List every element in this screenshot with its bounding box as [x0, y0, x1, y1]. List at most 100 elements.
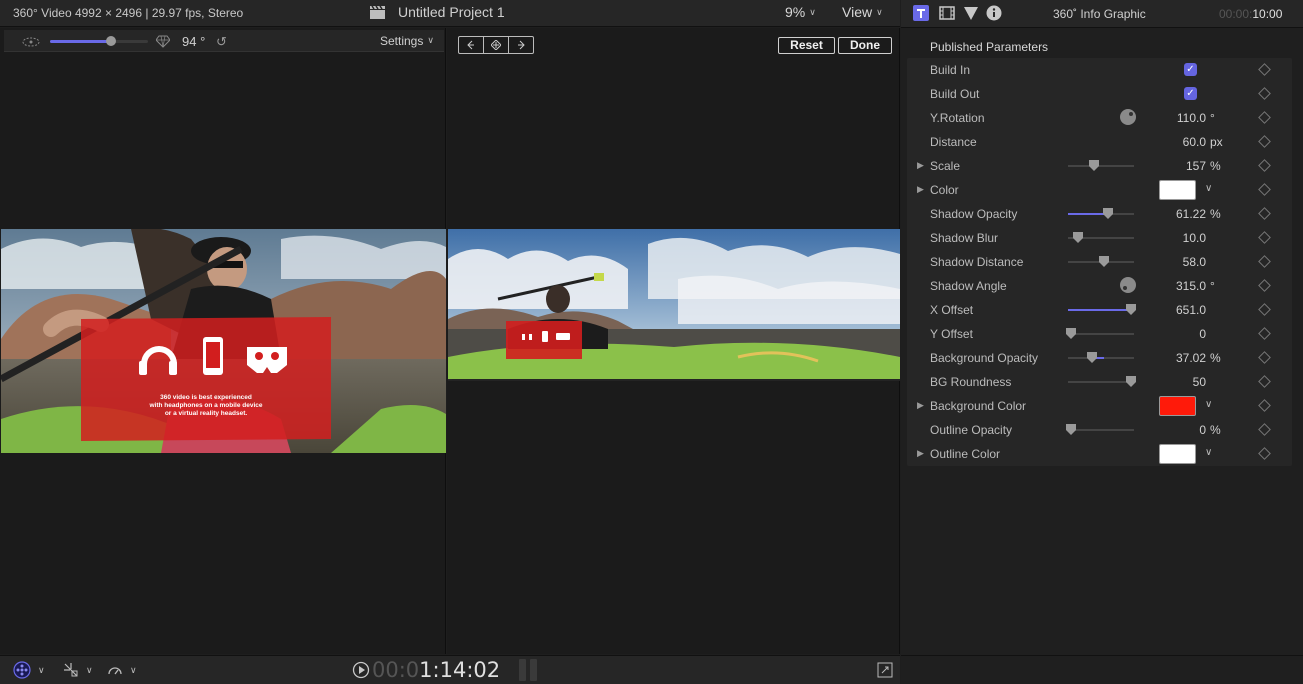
keyframe-button[interactable] [1258, 351, 1271, 364]
keyframe-button[interactable] [1258, 207, 1271, 220]
keyframe-button[interactable] [1258, 399, 1271, 412]
keyframe-button[interactable] [1258, 87, 1271, 100]
keyframe-button[interactable] [1258, 375, 1271, 388]
reset-rotation-icon[interactable]: ↺ [216, 34, 227, 50]
chevron-down-icon: ∨ [86, 664, 93, 675]
param-value[interactable]: 50 [1193, 375, 1206, 389]
param-unit: ° [1210, 279, 1215, 293]
param-value[interactable]: 61.22 [1176, 207, 1206, 221]
transform-tools-menu[interactable]: ∨ [63, 662, 93, 678]
disclosure-triangle-icon[interactable]: ▶ [917, 448, 924, 459]
keyframe-button[interactable] [1258, 111, 1271, 124]
info-inspector-icon[interactable] [986, 5, 1002, 21]
zoom-level: 9% [785, 4, 806, 20]
slider-thumb[interactable] [1066, 424, 1076, 435]
disclosure-triangle-icon[interactable]: ▶ [917, 184, 924, 195]
transform-icon [64, 663, 78, 677]
fov-slider-knob[interactable] [105, 36, 116, 46]
reset-button[interactable]: Reset [778, 37, 835, 54]
view-menu[interactable]: View ∨ [842, 4, 883, 20]
text-inspector-icon[interactable] [913, 5, 929, 21]
chevron-down-icon: ∨ [427, 35, 434, 45]
slider-thumb[interactable] [1089, 160, 1099, 171]
param-value[interactable]: 10.0 [1183, 231, 1206, 245]
speed-menu[interactable]: ∨ [107, 662, 137, 678]
param-value[interactable]: 0 [1199, 327, 1206, 341]
chevron-down-icon[interactable]: ∨ [1205, 183, 1212, 194]
param-row-x-offset: X Offset 651.0 [907, 298, 1292, 322]
add-keyframe-button[interactable] [484, 37, 509, 53]
slider-thumb[interactable] [1073, 232, 1083, 243]
fov-slider[interactable] [50, 36, 148, 46]
param-label: Outline Opacity [930, 423, 1013, 437]
param-value[interactable]: 315.0 [1176, 279, 1206, 293]
keyframe-button[interactable] [1258, 63, 1271, 76]
param-value[interactable]: 37.02 [1176, 351, 1206, 365]
outline-color-swatch[interactable] [1159, 444, 1196, 464]
audio-meter [519, 659, 539, 681]
slider-thumb[interactable] [1126, 376, 1136, 387]
y-rotation-dial[interactable] [1120, 109, 1136, 125]
chevron-down-icon[interactable]: ∨ [1205, 399, 1212, 410]
360-view-menu[interactable]: ∨ [13, 661, 45, 679]
keyframe-button[interactable] [1258, 135, 1271, 148]
param-row-shadow-blur: Shadow Blur 10.0 [907, 226, 1292, 250]
slider-thumb[interactable] [1099, 256, 1109, 267]
done-button[interactable]: Done [838, 37, 892, 54]
background-opacity-slider[interactable] [1068, 352, 1134, 363]
slider-thumb[interactable] [1066, 328, 1076, 339]
scale-slider[interactable] [1068, 160, 1134, 171]
zoom-menu[interactable]: 9% ∨ [785, 4, 816, 20]
fullscreen-icon[interactable] [877, 662, 893, 678]
keyframe-button[interactable] [1258, 255, 1271, 268]
keyframe-button[interactable] [1258, 423, 1271, 436]
build-in-checkbox[interactable]: ✓ [1184, 63, 1197, 76]
build-out-checkbox[interactable]: ✓ [1184, 87, 1197, 100]
keyframe-button[interactable] [1258, 279, 1271, 292]
outline-opacity-slider[interactable] [1066, 424, 1134, 435]
slider-thumb[interactable] [1103, 208, 1113, 219]
slider-thumb[interactable] [1087, 352, 1097, 363]
keyframe-button[interactable] [1258, 447, 1271, 460]
shadow-angle-dial[interactable] [1120, 277, 1136, 293]
keyframe-button[interactable] [1258, 159, 1271, 172]
param-row-outline-opacity: Outline Opacity 0% [907, 418, 1292, 442]
shadow-distance-slider[interactable] [1068, 256, 1134, 267]
next-keyframe-button[interactable] [509, 37, 533, 53]
video-inspector-icon[interactable] [939, 5, 955, 21]
keyframe-button[interactable] [1258, 231, 1271, 244]
color-swatch[interactable] [1159, 180, 1196, 200]
param-row-distance: Distance 60.0 px [907, 130, 1292, 154]
param-label: BG Roundness [930, 375, 1012, 389]
shadow-blur-slider[interactable] [1068, 232, 1134, 243]
keyframe-button[interactable] [1258, 303, 1271, 316]
slider-thumb[interactable] [1126, 304, 1136, 315]
shadow-opacity-slider[interactable] [1068, 208, 1134, 219]
next-keyframe-icon [518, 40, 525, 50]
x-offset-slider[interactable] [1068, 304, 1136, 315]
param-row-scale: ▶ Scale 157% [907, 154, 1292, 178]
360-view-icon [13, 661, 31, 679]
color-inspector-icon[interactable] [963, 5, 979, 21]
bg-roundness-slider[interactable] [1068, 376, 1136, 387]
keyframe-button[interactable] [1258, 327, 1271, 340]
disclosure-triangle-icon[interactable]: ▶ [917, 160, 924, 171]
param-label: Background Color [930, 399, 1027, 413]
disclosure-triangle-icon[interactable]: ▶ [917, 400, 924, 411]
param-value[interactable]: 651.0 [1176, 303, 1206, 317]
param-value[interactable]: 58.0 [1183, 255, 1206, 269]
y-offset-slider[interactable] [1066, 328, 1134, 339]
360-viewer: 94 ° ↺ Settings ∨ 360 video is best expe… [0, 28, 446, 654]
param-value[interactable]: 157 [1186, 159, 1206, 173]
settings-menu[interactable]: Settings ∨ [380, 34, 434, 48]
play-icon[interactable] [352, 661, 370, 679]
param-value[interactable]: 110.0 [1177, 111, 1206, 125]
keyframe-button[interactable] [1258, 183, 1271, 196]
background-color-swatch[interactable] [1159, 396, 1196, 416]
param-value[interactable]: 0 [1199, 423, 1206, 437]
timecode-display[interactable]: 00:0 1:14:02 [352, 658, 500, 682]
keyframe-nav-group [458, 36, 534, 54]
param-value[interactable]: 60.0 [1183, 135, 1206, 149]
chevron-down-icon[interactable]: ∨ [1205, 447, 1212, 458]
previous-keyframe-button[interactable] [459, 37, 484, 53]
